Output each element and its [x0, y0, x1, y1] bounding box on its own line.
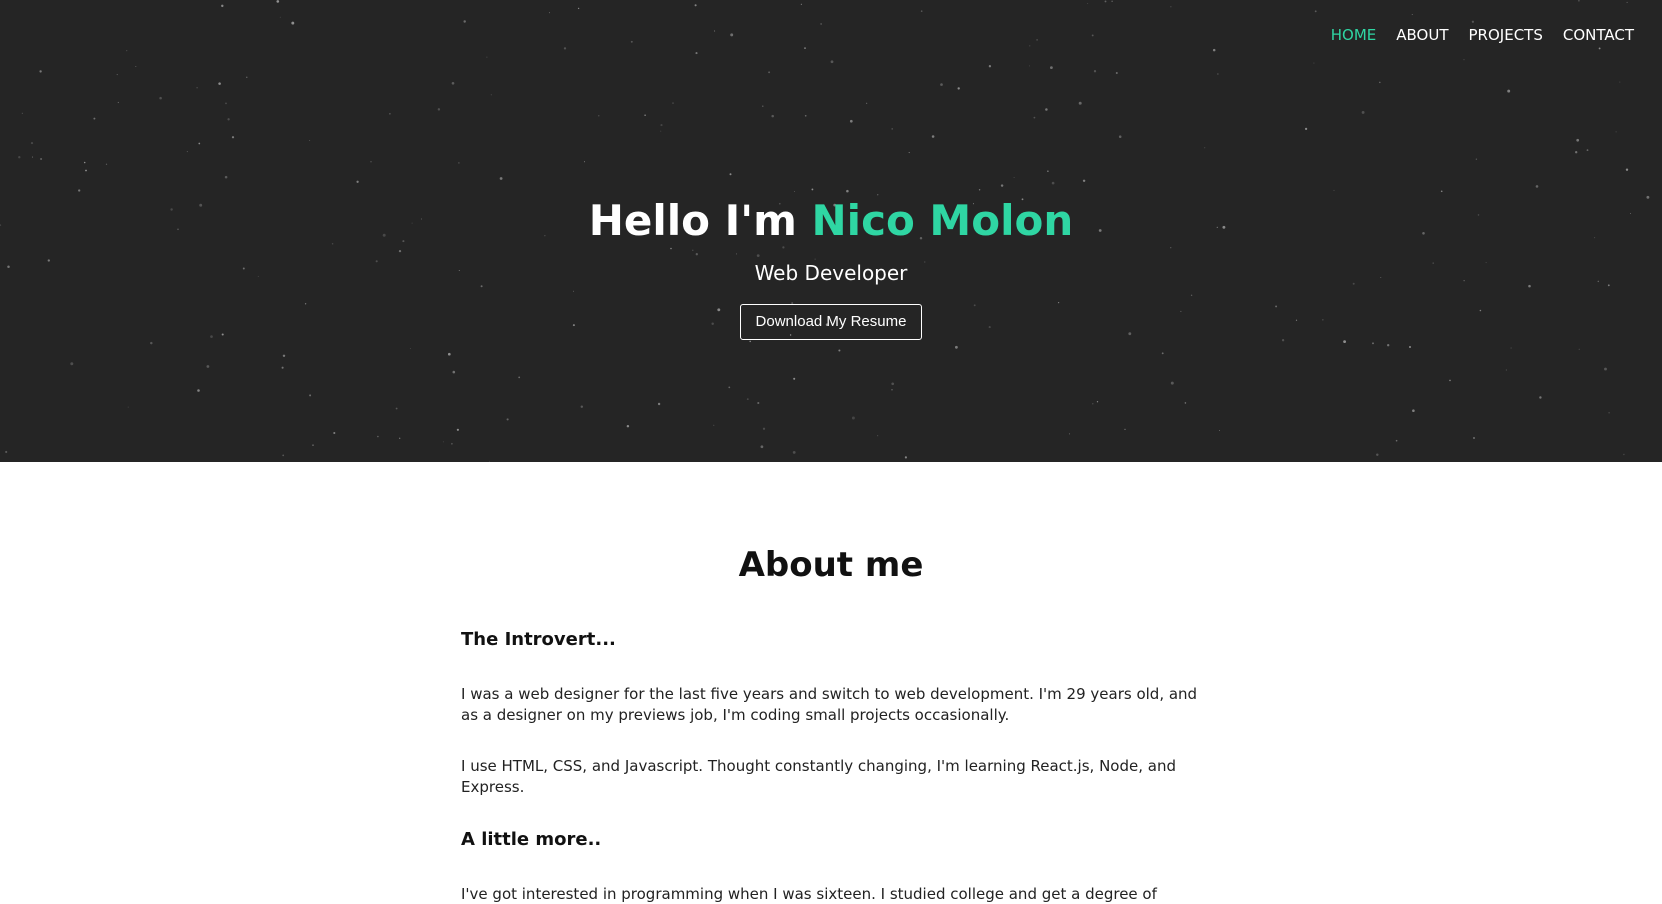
- hero-name: Nico Molon: [811, 196, 1074, 245]
- background-paragraph: I've got interested in programming when …: [461, 885, 1157, 903]
- hero-greeting: Hello I'm: [588, 196, 812, 245]
- nav-about[interactable]: ABOUT: [1396, 26, 1448, 44]
- little-more-heading: A little more..: [461, 829, 602, 850]
- nav-contact[interactable]: CONTACT: [1563, 26, 1634, 44]
- nav-home[interactable]: HOME: [1331, 26, 1377, 44]
- intro-paragraph: I was a web designer for the last five y…: [461, 685, 1198, 724]
- hero-content: Hello I'm Nico Molon Web Developer Downl…: [0, 192, 1662, 340]
- introvert-heading: The Introvert...: [461, 629, 616, 650]
- about-title: About me: [738, 545, 924, 585]
- skills-paragraph: I use HTML, CSS, and Javascript. Thought…: [461, 757, 1176, 796]
- hero-section: HOME ABOUT PROJECTS CONTACT Hello I'm Ni…: [0, 0, 1662, 462]
- main-nav: HOME ABOUT PROJECTS CONTACT: [1331, 26, 1634, 44]
- hero-title: Hello I'm Nico Molon: [0, 192, 1662, 250]
- download-resume-button[interactable]: Download My Resume: [739, 304, 923, 340]
- about-section: About me The Introvert... I was a web de…: [461, 462, 1201, 904]
- hero-subtitle: Web Developer: [754, 261, 908, 285]
- nav-projects[interactable]: PROJECTS: [1469, 26, 1543, 44]
